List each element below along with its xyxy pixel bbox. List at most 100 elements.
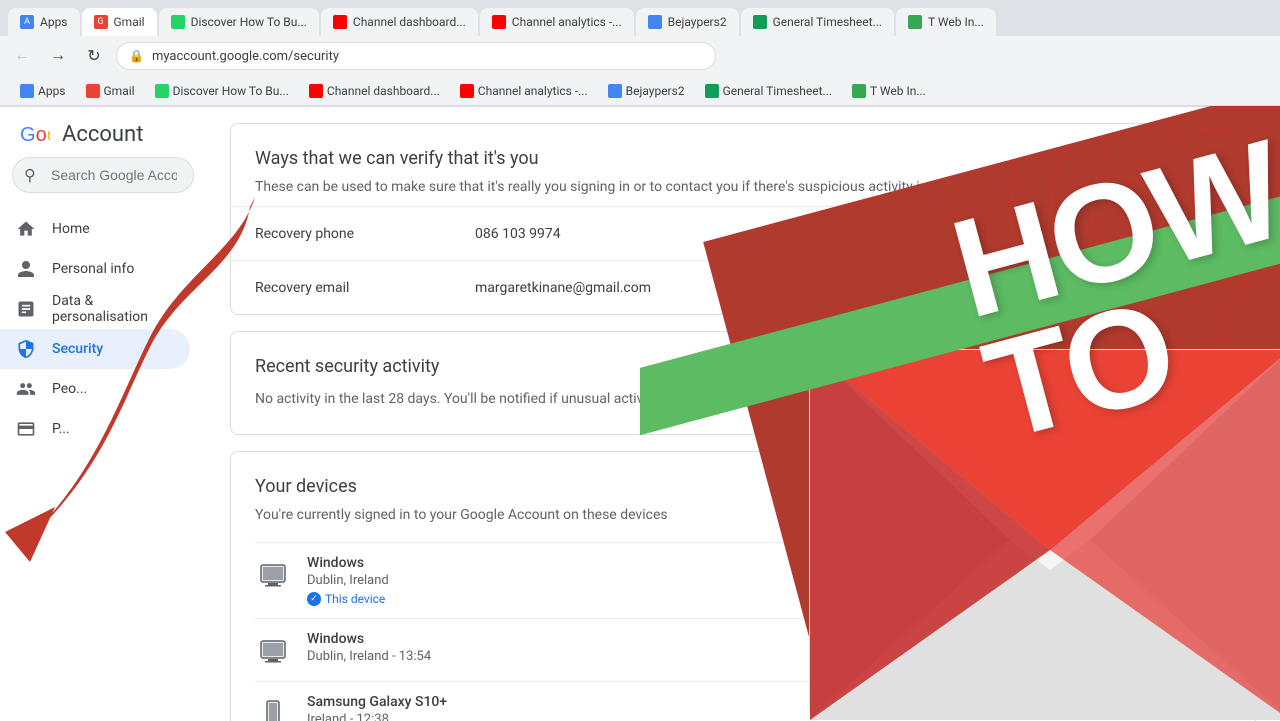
back-button[interactable]: ← <box>8 42 36 70</box>
refresh-button[interactable]: ↻ <box>80 42 108 70</box>
bookmark-ts[interactable]: General Timesheet... <box>697 82 840 100</box>
device-item-windows-current[interactable]: Windows Dublin, Ireland This device <box>255 542 1231 618</box>
page-content: Google Account ⚲ Home Personal info <box>0 107 1280 721</box>
recovery-phone-row[interactable]: Recovery phone 086 103 9974 › <box>231 206 1255 260</box>
browser-tabs: A Apps G Gmail Discover How To Bu... Cha… <box>0 0 1280 36</box>
device-name-windows-other: Windows <box>307 631 1231 647</box>
sidebar-item-security-label: Security <box>52 341 103 357</box>
recovery-email-value: margaretkinane@gmail.com <box>475 280 1226 296</box>
sidebar-item-data[interactable]: Data & personalisation <box>0 289 190 329</box>
sidebar-search-wrapper: ⚲ <box>12 157 194 193</box>
tab-tweb[interactable]: T Web In... <box>896 8 996 36</box>
device-name-samsung: Samsung Galaxy S10+ <box>307 694 1231 710</box>
sidebar-nav: Home Personal info Data & personalisatio… <box>0 209 206 449</box>
tab-gmail[interactable]: G Gmail <box>82 8 157 36</box>
address-bar[interactable]: 🔒 myaccount.google.com/security <box>116 42 716 70</box>
verify-section-header: Ways that we can verify that it's you Th… <box>231 124 1255 206</box>
bookmark-yt1[interactable]: Channel dashboard... <box>301 82 448 100</box>
google-account-header: Google Account <box>0 107 206 157</box>
sidebar-item-home[interactable]: Home <box>0 209 190 249</box>
tab-bej-label: Bejaypers2 <box>668 15 727 29</box>
activity-title: Recent security activity <box>255 356 1231 377</box>
device-badge-label: This device <box>325 592 385 606</box>
activity-desc: No activity in the last 28 days. You'll … <box>255 389 1231 410</box>
verify-desc: These can be used to make sure that it's… <box>255 177 1231 198</box>
device-badge-dot <box>307 592 321 606</box>
tab-apps[interactable]: A Apps <box>8 8 80 36</box>
bookmark-gmail[interactable]: Gmail <box>78 82 143 100</box>
sidebar-search-input[interactable] <box>12 157 194 193</box>
bookmark-tweb-label: T Web In... <box>870 84 926 98</box>
bookmark-yt2-label: Channel analytics -... <box>478 84 588 98</box>
tab-yt1-label: Channel dashboard... <box>353 15 466 29</box>
devices-desc: You're currently signed in to your Googl… <box>255 505 1231 526</box>
device-info-windows-other: Windows Dublin, Ireland - 13:54 <box>307 631 1231 664</box>
browser-chrome: A Apps G Gmail Discover How To Bu... Cha… <box>0 0 1280 107</box>
sidebar-item-payments-label: P... <box>52 421 70 437</box>
device-info-windows-current: Windows Dublin, Ireland This device <box>307 555 1231 606</box>
sidebar-item-home-label: Home <box>52 221 90 237</box>
recovery-phone-arrow: › <box>1226 223 1231 244</box>
tab-ts-label: General Timesheet... <box>773 15 882 29</box>
person-icon <box>16 259 36 279</box>
forward-button[interactable]: → <box>44 42 72 70</box>
bookmark-tweb[interactable]: T Web In... <box>844 82 934 100</box>
device-location-windows-other: Dublin, Ireland - 13:54 <box>307 649 1231 664</box>
windows-other-device-icon <box>255 633 291 669</box>
tab-gmail-label: Gmail <box>114 15 145 29</box>
url-text: myaccount.google.com/security <box>152 49 339 64</box>
bookmark-yt1-label: Channel dashboard... <box>327 84 440 98</box>
security-icon <box>16 339 36 359</box>
tab-ts[interactable]: General Timesheet... <box>741 8 894 36</box>
recovery-email-arrow: › <box>1226 277 1231 298</box>
recovery-email-row[interactable]: Recovery email margaretkinane@gmail.com … <box>231 260 1255 314</box>
tab-yt2-label: Channel analytics -... <box>512 15 622 29</box>
device-current-badge: This device <box>307 592 1231 606</box>
sidebar-item-personal-label: Personal info <box>52 261 134 277</box>
tab-bej[interactable]: Bejaypers2 <box>636 8 739 36</box>
device-location-windows-current: Dublin, Ireland <box>307 573 1231 588</box>
bookmark-discover-label: Discover How To Bu... <box>173 84 289 98</box>
recovery-email-label: Recovery email <box>255 280 475 296</box>
device-info-samsung: Samsung Galaxy S10+ Ireland - 12:38 <box>307 694 1231 721</box>
tab-apps-label: Apps <box>40 15 68 29</box>
bookmark-discover[interactable]: Discover How To Bu... <box>147 82 297 100</box>
sidebar-item-personal[interactable]: Personal info <box>0 249 190 289</box>
tab-discover[interactable]: Discover How To Bu... <box>159 8 319 36</box>
bookmark-ts-label: General Timesheet... <box>723 84 832 98</box>
main-content: Ways that we can verify that it's you Th… <box>206 107 1280 721</box>
verify-illustration <box>1151 140 1231 200</box>
people-icon <box>16 379 36 399</box>
browser-toolbar: ← → ↻ 🔒 myaccount.google.com/security <box>0 36 1280 76</box>
device-item-windows-other[interactable]: Windows Dublin, Ireland - 13:54 <box>255 618 1231 681</box>
lock-icon: 🔒 <box>129 49 144 63</box>
verify-title: Ways that we can verify that it's you <box>255 148 1231 169</box>
sidebar-item-people[interactable]: Peo... <box>0 369 190 409</box>
recovery-phone-label: Recovery phone <box>255 226 475 242</box>
devices-title: Your devices <box>255 476 1231 497</box>
home-icon <box>16 219 36 239</box>
activity-section: Recent security activity No activity in … <box>230 331 1256 435</box>
sidebar: Google Account ⚲ Home Personal info <box>0 107 206 721</box>
recovery-phone-value: 086 103 9974 <box>475 226 1226 242</box>
bookmarks-bar: Apps Gmail Discover How To Bu... Channel… <box>0 76 1280 106</box>
samsung-device-icon <box>255 696 291 721</box>
sidebar-item-people-label: Peo... <box>52 381 87 397</box>
verify-section: Ways that we can verify that it's you Th… <box>230 123 1256 315</box>
account-title: Account <box>62 122 143 147</box>
sidebar-item-security[interactable]: Security <box>0 329 190 369</box>
devices-section: Your devices You're currently signed in … <box>230 451 1256 721</box>
tab-discover-label: Discover How To Bu... <box>191 15 307 29</box>
bookmark-yt2[interactable]: Channel analytics -... <box>452 82 596 100</box>
google-logo: Google <box>20 119 50 149</box>
bookmark-gmail-label: Gmail <box>104 84 135 98</box>
sidebar-item-data-label: Data & personalisation <box>52 293 174 325</box>
data-icon <box>16 299 36 319</box>
sidebar-item-payments[interactable]: P... <box>0 409 190 449</box>
tab-tweb-label: T Web In... <box>928 15 984 29</box>
tab-yt2[interactable]: Channel analytics -... <box>480 8 634 36</box>
device-item-samsung[interactable]: Samsung Galaxy S10+ Ireland - 12:38 <box>255 681 1231 721</box>
tab-yt1[interactable]: Channel dashboard... <box>321 8 478 36</box>
bookmark-apps[interactable]: Apps <box>12 82 74 100</box>
bookmark-bej[interactable]: Bejaypers2 <box>600 82 693 100</box>
